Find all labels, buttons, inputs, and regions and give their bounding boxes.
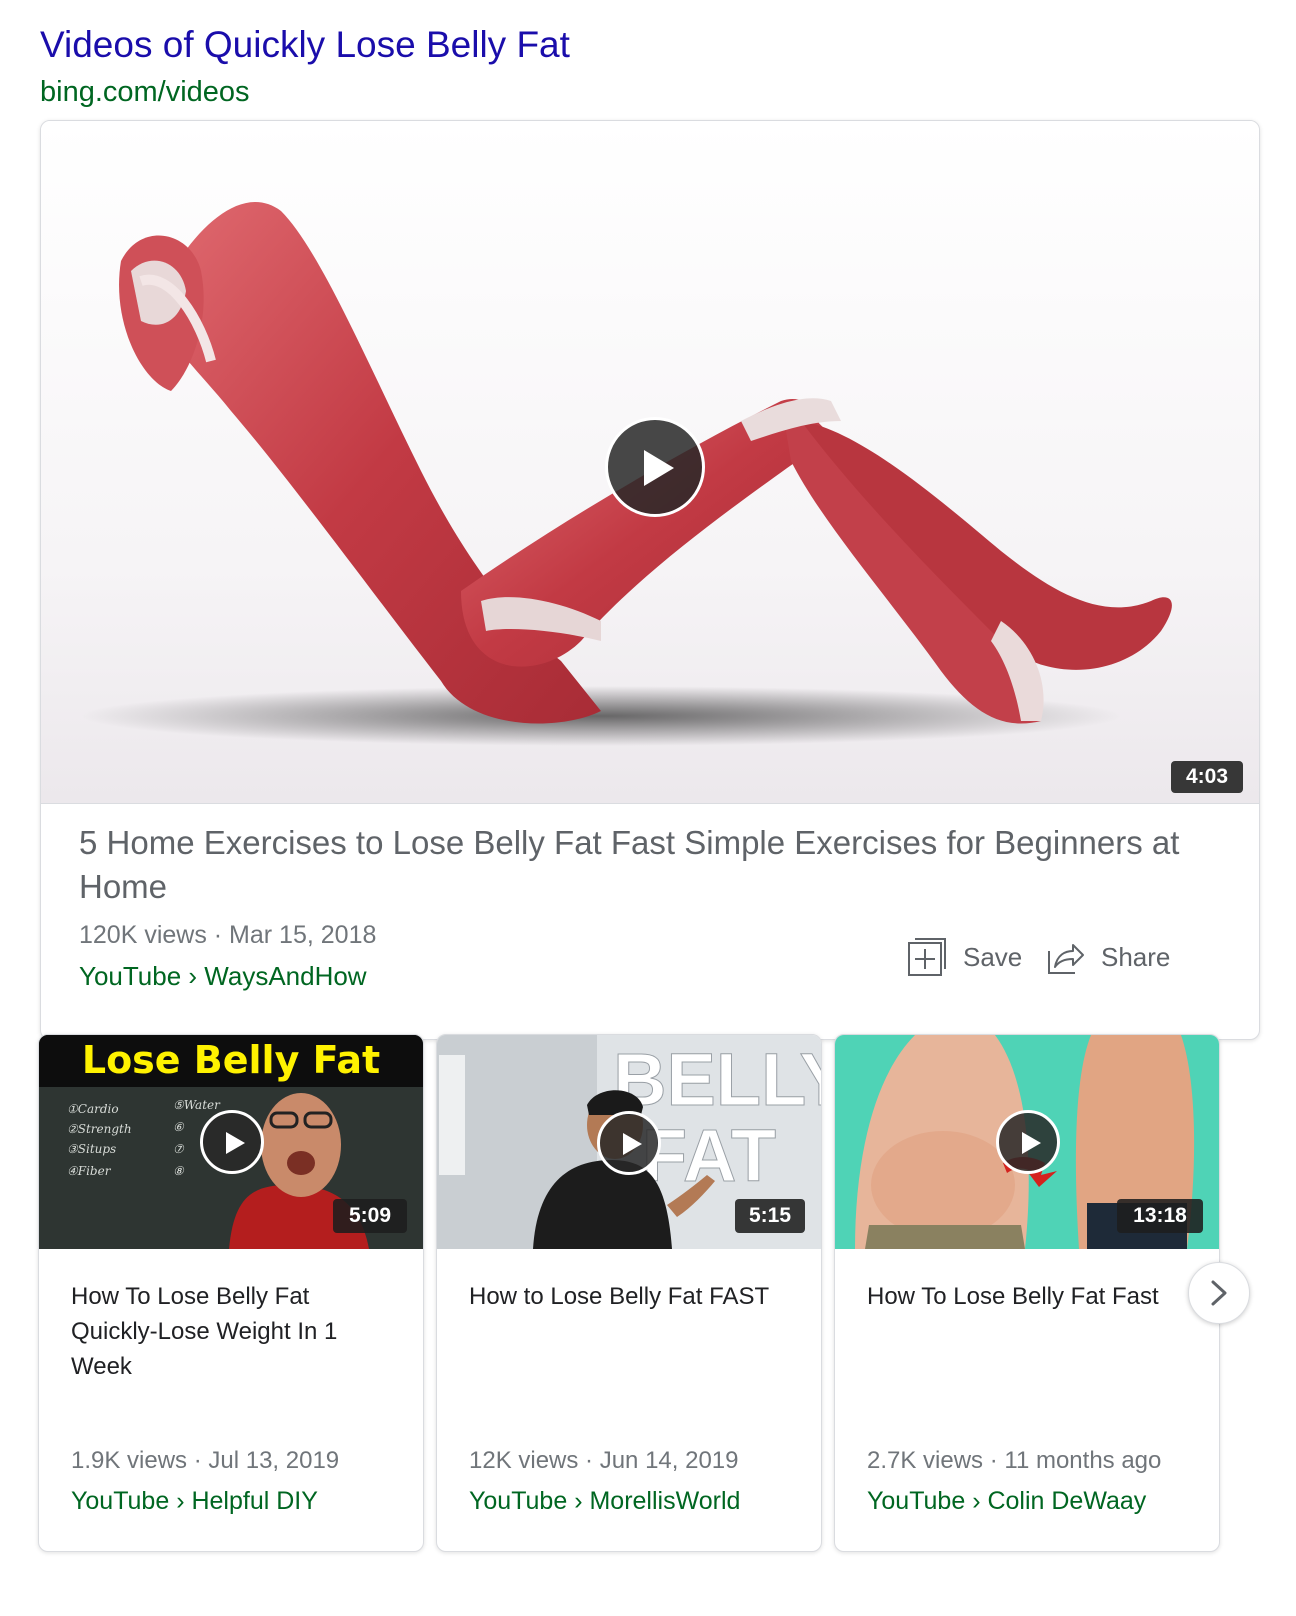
board-note: ⑧: [173, 1164, 185, 1178]
share-button[interactable]: Share: [1045, 935, 1170, 979]
featured-video-title[interactable]: 5 Home Exercises to Lose Belly Fat Fast …: [79, 821, 1199, 909]
video-duration-badge: 5:09: [333, 1199, 407, 1233]
thumbnail-caption: Lose Belly Fat: [82, 1038, 380, 1082]
play-icon: [644, 450, 674, 486]
video-source[interactable]: YouTube › MorellisWorld: [469, 1487, 740, 1516]
save-button[interactable]: Save: [907, 935, 1022, 979]
chevron-right-icon: [1211, 1280, 1227, 1306]
play-button[interactable]: [200, 1110, 264, 1174]
play-icon: [1022, 1132, 1041, 1154]
board-note: ②Strength: [67, 1122, 132, 1136]
add-to-collection-icon: [908, 938, 946, 976]
board-note: ⑥: [173, 1120, 185, 1134]
video-duration-badge: 4:03: [1171, 761, 1243, 793]
video-thumbnail[interactable]: BELLY FAT 5:15: [437, 1035, 821, 1249]
video-thumbnail[interactable]: Lose Belly Fat ①Cardio ②Strength ③Situps…: [39, 1035, 423, 1249]
play-button[interactable]: [597, 1111, 661, 1175]
share-label: Share: [1101, 941, 1171, 972]
carousel-next-button[interactable]: [1188, 1262, 1250, 1324]
video-title[interactable]: How To Lose Belly Fat Fast: [867, 1279, 1187, 1314]
featured-video-thumbnail[interactable]: 4:03: [41, 121, 1259, 803]
video-meta: 2.7K views · 11 months ago: [867, 1447, 1162, 1474]
board-note: ①Cardio: [67, 1102, 119, 1116]
featured-video-source[interactable]: YouTube › WaysAndHow: [79, 961, 367, 992]
board-note: ④Fiber: [67, 1164, 112, 1178]
video-duration-badge: 13:18: [1117, 1199, 1203, 1233]
video-duration-badge: 5:15: [735, 1199, 805, 1233]
video-meta: 1.9K views · Jul 13, 2019: [71, 1447, 340, 1474]
video-title[interactable]: How to Lose Belly Fat FAST: [469, 1279, 789, 1314]
video-card[interactable]: 13:18 How To Lose Belly Fat Fast 2.7K vi…: [834, 1034, 1220, 1552]
play-icon: [226, 1132, 245, 1154]
featured-video-card[interactable]: 4:03 5 Home Exercises to Lose Belly Fat …: [40, 120, 1260, 1040]
board-note: ⑤Water: [173, 1098, 221, 1112]
result-url: bing.com/videos: [40, 76, 250, 108]
video-card[interactable]: BELLY FAT 5:15 How to Lose Belly Fat FAS…: [436, 1034, 822, 1552]
play-icon: [623, 1133, 642, 1155]
video-card[interactable]: Lose Belly Fat ①Cardio ②Strength ③Situps…: [38, 1034, 424, 1552]
save-label: Save: [963, 941, 1023, 972]
board-note: ⑦: [173, 1142, 185, 1156]
video-thumbnail[interactable]: 13:18: [835, 1035, 1219, 1249]
play-button[interactable]: [996, 1110, 1060, 1174]
board-note: ③Situps: [67, 1142, 116, 1156]
thumbnail-caption: BELLY: [613, 1038, 821, 1121]
video-title[interactable]: How To Lose Belly Fat Quickly-Lose Weigh…: [71, 1279, 391, 1384]
result-title-link[interactable]: Videos of Quickly Lose Belly Fat: [40, 24, 570, 66]
featured-video-meta: 120K views · Mar 15, 2018: [79, 921, 377, 949]
video-meta: 12K views · Jun 14, 2019: [469, 1447, 739, 1474]
divider: [41, 803, 1259, 804]
video-source[interactable]: YouTube › Helpful DIY: [71, 1487, 318, 1516]
play-button[interactable]: [605, 417, 705, 517]
share-arrow-icon: [1048, 944, 1084, 974]
video-source[interactable]: YouTube › Colin DeWaay: [867, 1487, 1146, 1516]
